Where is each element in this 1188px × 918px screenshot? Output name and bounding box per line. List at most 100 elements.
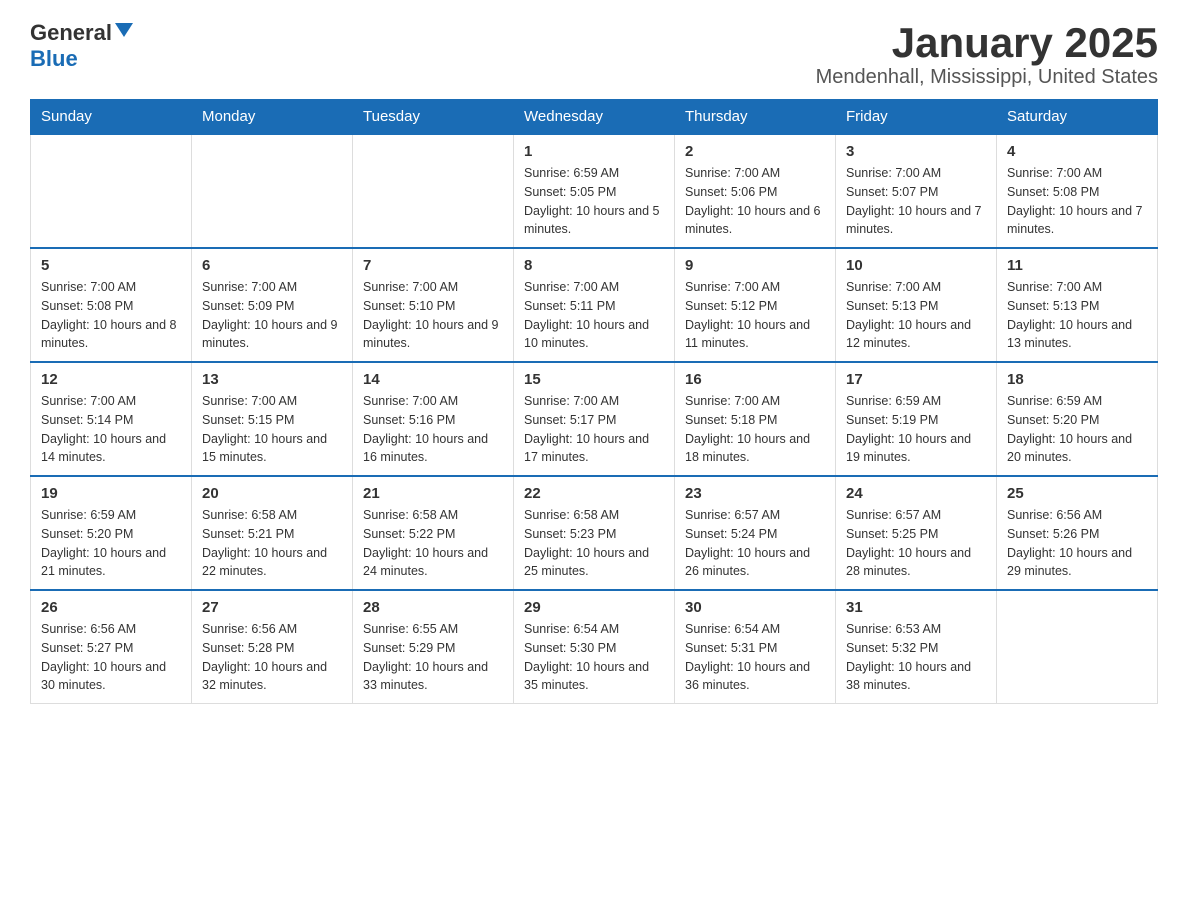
sunrise-text: Sunrise: 6:56 AM bbox=[202, 622, 297, 636]
sunset-text: Sunset: 5:27 PM bbox=[41, 641, 133, 655]
sunrise-text: Sunrise: 6:59 AM bbox=[846, 394, 941, 408]
calendar-week-3: 19 Sunrise: 6:59 AM Sunset: 5:20 PM Dayl… bbox=[31, 476, 1158, 590]
sunrise-text: Sunrise: 6:57 AM bbox=[846, 508, 941, 522]
sunrise-text: Sunrise: 7:00 AM bbox=[363, 280, 458, 294]
day-number: 2 bbox=[685, 143, 825, 160]
sunset-text: Sunset: 5:20 PM bbox=[41, 527, 133, 541]
day-info: Sunrise: 7:00 AM Sunset: 5:08 PM Dayligh… bbox=[1007, 164, 1147, 239]
sunrise-text: Sunrise: 7:00 AM bbox=[685, 280, 780, 294]
logo-text-general: General bbox=[30, 20, 112, 46]
sunrise-text: Sunrise: 7:00 AM bbox=[41, 394, 136, 408]
day-number: 6 bbox=[202, 257, 342, 274]
header-sunday: Sunday bbox=[31, 100, 192, 135]
sunrise-text: Sunrise: 6:58 AM bbox=[202, 508, 297, 522]
daylight-text: Daylight: 10 hours and 26 minutes. bbox=[685, 546, 810, 579]
calendar-cell bbox=[192, 134, 353, 248]
daylight-text: Daylight: 10 hours and 9 minutes. bbox=[363, 318, 499, 351]
day-number: 26 bbox=[41, 599, 181, 616]
sunset-text: Sunset: 5:28 PM bbox=[202, 641, 294, 655]
calendar-week-4: 26 Sunrise: 6:56 AM Sunset: 5:27 PM Dayl… bbox=[31, 590, 1158, 704]
daylight-text: Daylight: 10 hours and 17 minutes. bbox=[524, 432, 649, 465]
calendar-cell: 2 Sunrise: 7:00 AM Sunset: 5:06 PM Dayli… bbox=[675, 134, 836, 248]
day-info: Sunrise: 6:54 AM Sunset: 5:31 PM Dayligh… bbox=[685, 620, 825, 695]
day-info: Sunrise: 7:00 AM Sunset: 5:11 PM Dayligh… bbox=[524, 278, 664, 353]
daylight-text: Daylight: 10 hours and 24 minutes. bbox=[363, 546, 488, 579]
day-info: Sunrise: 6:59 AM Sunset: 5:20 PM Dayligh… bbox=[41, 506, 181, 581]
day-number: 9 bbox=[685, 257, 825, 274]
calendar-cell: 4 Sunrise: 7:00 AM Sunset: 5:08 PM Dayli… bbox=[997, 134, 1158, 248]
sunrise-text: Sunrise: 6:58 AM bbox=[363, 508, 458, 522]
day-info: Sunrise: 6:56 AM Sunset: 5:27 PM Dayligh… bbox=[41, 620, 181, 695]
day-info: Sunrise: 6:58 AM Sunset: 5:22 PM Dayligh… bbox=[363, 506, 503, 581]
calendar-cell: 8 Sunrise: 7:00 AM Sunset: 5:11 PM Dayli… bbox=[514, 248, 675, 362]
daylight-text: Daylight: 10 hours and 6 minutes. bbox=[685, 204, 821, 237]
day-number: 23 bbox=[685, 485, 825, 502]
daylight-text: Daylight: 10 hours and 36 minutes. bbox=[685, 660, 810, 693]
day-info: Sunrise: 6:59 AM Sunset: 5:19 PM Dayligh… bbox=[846, 392, 986, 467]
day-number: 11 bbox=[1007, 257, 1147, 274]
day-number: 30 bbox=[685, 599, 825, 616]
calendar-cell: 12 Sunrise: 7:00 AM Sunset: 5:14 PM Dayl… bbox=[31, 362, 192, 476]
daylight-text: Daylight: 10 hours and 21 minutes. bbox=[41, 546, 166, 579]
daylight-text: Daylight: 10 hours and 5 minutes. bbox=[524, 204, 660, 237]
day-info: Sunrise: 6:53 AM Sunset: 5:32 PM Dayligh… bbox=[846, 620, 986, 695]
day-number: 22 bbox=[524, 485, 664, 502]
calendar-cell bbox=[353, 134, 514, 248]
calendar-cell: 18 Sunrise: 6:59 AM Sunset: 5:20 PM Dayl… bbox=[997, 362, 1158, 476]
sunset-text: Sunset: 5:10 PM bbox=[363, 299, 455, 313]
daylight-text: Daylight: 10 hours and 19 minutes. bbox=[846, 432, 971, 465]
day-info: Sunrise: 7:00 AM Sunset: 5:13 PM Dayligh… bbox=[846, 278, 986, 353]
day-info: Sunrise: 6:57 AM Sunset: 5:24 PM Dayligh… bbox=[685, 506, 825, 581]
sunrise-text: Sunrise: 6:57 AM bbox=[685, 508, 780, 522]
sunset-text: Sunset: 5:26 PM bbox=[1007, 527, 1099, 541]
sunset-text: Sunset: 5:20 PM bbox=[1007, 413, 1099, 427]
sunset-text: Sunset: 5:15 PM bbox=[202, 413, 294, 427]
calendar-cell: 20 Sunrise: 6:58 AM Sunset: 5:21 PM Dayl… bbox=[192, 476, 353, 590]
sunset-text: Sunset: 5:11 PM bbox=[524, 299, 616, 313]
header-friday: Friday bbox=[836, 100, 997, 135]
daylight-text: Daylight: 10 hours and 16 minutes. bbox=[363, 432, 488, 465]
daylight-text: Daylight: 10 hours and 9 minutes. bbox=[202, 318, 338, 351]
header-wednesday: Wednesday bbox=[514, 100, 675, 135]
calendar-header: Sunday Monday Tuesday Wednesday Thursday… bbox=[31, 100, 1158, 135]
calendar-cell bbox=[31, 134, 192, 248]
sunrise-text: Sunrise: 6:54 AM bbox=[524, 622, 619, 636]
header-saturday: Saturday bbox=[997, 100, 1158, 135]
day-info: Sunrise: 7:00 AM Sunset: 5:09 PM Dayligh… bbox=[202, 278, 342, 353]
day-number: 20 bbox=[202, 485, 342, 502]
calendar-cell: 25 Sunrise: 6:56 AM Sunset: 5:26 PM Dayl… bbox=[997, 476, 1158, 590]
day-number: 10 bbox=[846, 257, 986, 274]
day-info: Sunrise: 6:54 AM Sunset: 5:30 PM Dayligh… bbox=[524, 620, 664, 695]
day-number: 8 bbox=[524, 257, 664, 274]
daylight-text: Daylight: 10 hours and 11 minutes. bbox=[685, 318, 810, 351]
day-info: Sunrise: 7:00 AM Sunset: 5:07 PM Dayligh… bbox=[846, 164, 986, 239]
sunset-text: Sunset: 5:16 PM bbox=[363, 413, 455, 427]
sunrise-text: Sunrise: 6:56 AM bbox=[1007, 508, 1102, 522]
day-number: 5 bbox=[41, 257, 181, 274]
day-number: 12 bbox=[41, 371, 181, 388]
sunrise-text: Sunrise: 6:59 AM bbox=[524, 166, 619, 180]
sunrise-text: Sunrise: 6:59 AM bbox=[41, 508, 136, 522]
calendar-cell: 16 Sunrise: 7:00 AM Sunset: 5:18 PM Dayl… bbox=[675, 362, 836, 476]
day-number: 7 bbox=[363, 257, 503, 274]
sunset-text: Sunset: 5:08 PM bbox=[1007, 185, 1099, 199]
day-number: 29 bbox=[524, 599, 664, 616]
daylight-text: Daylight: 10 hours and 7 minutes. bbox=[1007, 204, 1143, 237]
sunrise-text: Sunrise: 7:00 AM bbox=[846, 280, 941, 294]
sunrise-text: Sunrise: 7:00 AM bbox=[846, 166, 941, 180]
sunset-text: Sunset: 5:17 PM bbox=[524, 413, 616, 427]
day-info: Sunrise: 6:58 AM Sunset: 5:23 PM Dayligh… bbox=[524, 506, 664, 581]
calendar-cell: 23 Sunrise: 6:57 AM Sunset: 5:24 PM Dayl… bbox=[675, 476, 836, 590]
calendar-cell: 17 Sunrise: 6:59 AM Sunset: 5:19 PM Dayl… bbox=[836, 362, 997, 476]
sunrise-text: Sunrise: 7:00 AM bbox=[363, 394, 458, 408]
sunrise-text: Sunrise: 7:00 AM bbox=[1007, 166, 1102, 180]
day-info: Sunrise: 7:00 AM Sunset: 5:17 PM Dayligh… bbox=[524, 392, 664, 467]
page-header: General Blue January 2025 Mendenhall, Mi… bbox=[30, 20, 1158, 89]
day-number: 21 bbox=[363, 485, 503, 502]
day-number: 15 bbox=[524, 371, 664, 388]
day-number: 25 bbox=[1007, 485, 1147, 502]
calendar-cell: 15 Sunrise: 7:00 AM Sunset: 5:17 PM Dayl… bbox=[514, 362, 675, 476]
sunrise-text: Sunrise: 6:56 AM bbox=[41, 622, 136, 636]
day-info: Sunrise: 6:59 AM Sunset: 5:05 PM Dayligh… bbox=[524, 164, 664, 239]
day-info: Sunrise: 6:57 AM Sunset: 5:25 PM Dayligh… bbox=[846, 506, 986, 581]
